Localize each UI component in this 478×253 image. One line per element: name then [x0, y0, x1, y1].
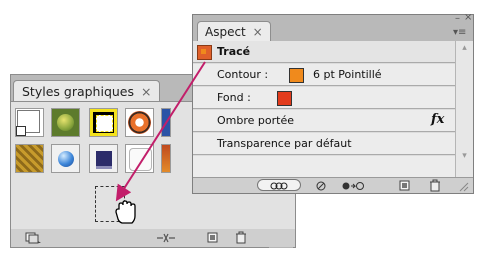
appearance-empty-area — [193, 156, 455, 177]
object-type-label: Tracé — [217, 45, 251, 58]
stroke-value: 6 pt Pointillé — [313, 68, 382, 81]
green-texture-swatch[interactable] — [51, 108, 80, 137]
partial-swatch[interactable] — [161, 108, 171, 137]
tab-styles-graphiques[interactable]: Styles graphiques × — [13, 80, 161, 102]
layers-toggle-icon — [270, 182, 288, 190]
stroke-row[interactable]: Contour : 6 pt Pointillé — [193, 64, 455, 86]
appearance-panel: Aspect × – × ▾≡ Tracé Contour : 6 pt Poi… — [192, 12, 474, 194]
drop-shadow-label: Ombre portée — [217, 114, 294, 127]
scroll-down-icon[interactable]: ▾ — [458, 151, 471, 163]
fill-color-swatch[interactable] — [277, 91, 292, 106]
new-art-appearance-button[interactable] — [257, 179, 301, 191]
aspect-tab-bar: Aspect × – × ▾≡ — [193, 12, 473, 42]
appearance-header-row[interactable]: Tracé — [193, 41, 455, 63]
break-link-icon[interactable] — [155, 232, 177, 244]
transparency-label: Transparence par défaut — [217, 137, 352, 150]
default-style-swatch[interactable] — [15, 108, 44, 137]
fx-icon[interactable]: fx — [431, 112, 444, 127]
tab-aspect[interactable]: Aspect × — [197, 21, 271, 42]
fill-row[interactable]: Fond : — [193, 87, 455, 109]
blue-sphere-swatch[interactable] — [51, 144, 80, 173]
style-libraries-icon[interactable] — [25, 232, 41, 244]
fill-label: Fond : — [217, 91, 251, 104]
stroke-label: Contour : — [217, 68, 269, 81]
reduce-to-basic-icon[interactable] — [341, 180, 365, 192]
window-close-icon[interactable]: × — [464, 12, 472, 23]
orange-circle-swatch[interactable] — [125, 108, 154, 137]
styles-tab-label: Styles graphiques — [22, 84, 135, 99]
resize-grip-icon[interactable] — [459, 182, 469, 192]
navy-square-swatch[interactable] — [89, 144, 118, 173]
drop-shadow-row[interactable]: Ombre portée fx — [193, 110, 455, 132]
stroke-color-swatch[interactable] — [289, 68, 304, 83]
close-icon[interactable]: × — [141, 84, 151, 99]
trash-icon[interactable] — [235, 231, 247, 244]
styles-bottom-toolbar — [11, 229, 295, 247]
path-thumbnail-icon — [197, 45, 212, 60]
panel-menu-icon[interactable]: ▾≡ — [453, 27, 466, 38]
transparency-row[interactable]: Transparence par défaut — [193, 133, 455, 155]
white-rounded-swatch[interactable] — [125, 144, 154, 173]
trash-icon[interactable] — [429, 179, 441, 192]
close-icon[interactable]: × — [253, 25, 263, 39]
aspect-tab-label: Aspect — [205, 25, 246, 39]
duplicate-item-icon[interactable] — [399, 180, 411, 192]
grab-hand-cursor-icon — [115, 200, 136, 224]
scroll-up-icon[interactable]: ▴ — [458, 43, 471, 55]
new-style-icon[interactable] — [207, 232, 219, 244]
appearance-bottom-toolbar — [193, 177, 473, 193]
partial-swatch[interactable] — [161, 144, 171, 173]
clear-appearance-icon[interactable] — [315, 180, 327, 192]
appearance-scrollbar[interactable]: ▴ ▾ — [455, 41, 473, 177]
dashed-yellow-swatch[interactable] — [89, 108, 118, 137]
gold-texture-swatch[interactable] — [15, 144, 44, 173]
minimize-icon[interactable]: – — [455, 13, 460, 24]
